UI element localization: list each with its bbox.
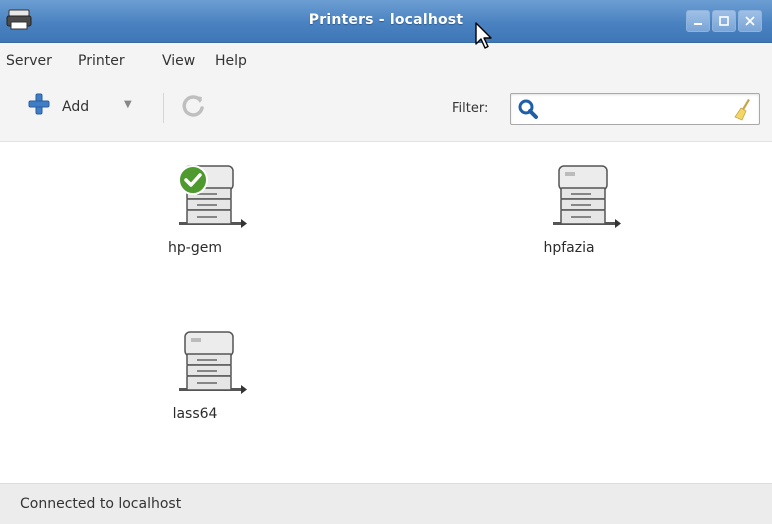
add-dropdown-arrow-icon[interactable]: ▼ xyxy=(124,99,132,110)
maximize-icon xyxy=(719,16,729,26)
menu-view[interactable]: View xyxy=(162,53,195,69)
printer-icon xyxy=(178,165,247,228)
mouse-cursor-icon xyxy=(475,22,492,49)
close-icon xyxy=(745,16,755,26)
printer-icon-view: hp-gem hpfazia lass64 xyxy=(0,142,772,483)
toolbar-separator xyxy=(163,93,164,123)
printer-icon xyxy=(553,165,621,228)
close-button[interactable] xyxy=(738,10,762,32)
title-bar[interactable]: Printers - localhost xyxy=(0,0,772,43)
printers-window: Printers - localhost Server Printer View… xyxy=(0,0,772,524)
menu-server[interactable]: Server xyxy=(6,53,52,69)
clear-broom-icon[interactable] xyxy=(733,97,755,121)
search-icon[interactable] xyxy=(517,98,539,120)
window-title: Printers - localhost xyxy=(308,12,464,28)
minimize-button[interactable] xyxy=(686,10,710,32)
toolbar: Add ▼ Filter: xyxy=(0,75,772,142)
printer-item[interactable]: hpfazia xyxy=(509,162,629,282)
maximize-button[interactable] xyxy=(712,10,736,32)
printer-icon xyxy=(179,331,247,394)
add-button[interactable]: Add ▼ xyxy=(28,89,148,123)
minimize-icon xyxy=(694,23,702,25)
printer-name: hpfazia xyxy=(543,240,595,256)
menu-bar: Server Printer View Help xyxy=(0,43,772,75)
printer-item[interactable]: hp-gem xyxy=(135,162,255,282)
refresh-button[interactable] xyxy=(178,91,208,121)
add-label: Add xyxy=(62,99,90,115)
status-bar: Connected to localhost xyxy=(0,483,772,524)
status-text: Connected to localhost xyxy=(20,496,182,512)
menu-help[interactable]: Help xyxy=(215,53,247,69)
filter-label: Filter: xyxy=(452,101,489,116)
printer-name: hp-gem xyxy=(168,240,222,256)
menu-printer[interactable]: Printer xyxy=(78,53,125,69)
filter-input[interactable] xyxy=(543,98,723,120)
plus-icon xyxy=(28,93,50,115)
printer-name: lass64 xyxy=(172,406,218,422)
refresh-icon xyxy=(182,95,204,117)
printer-item[interactable]: lass64 xyxy=(135,328,255,448)
filter-field[interactable] xyxy=(510,93,760,125)
